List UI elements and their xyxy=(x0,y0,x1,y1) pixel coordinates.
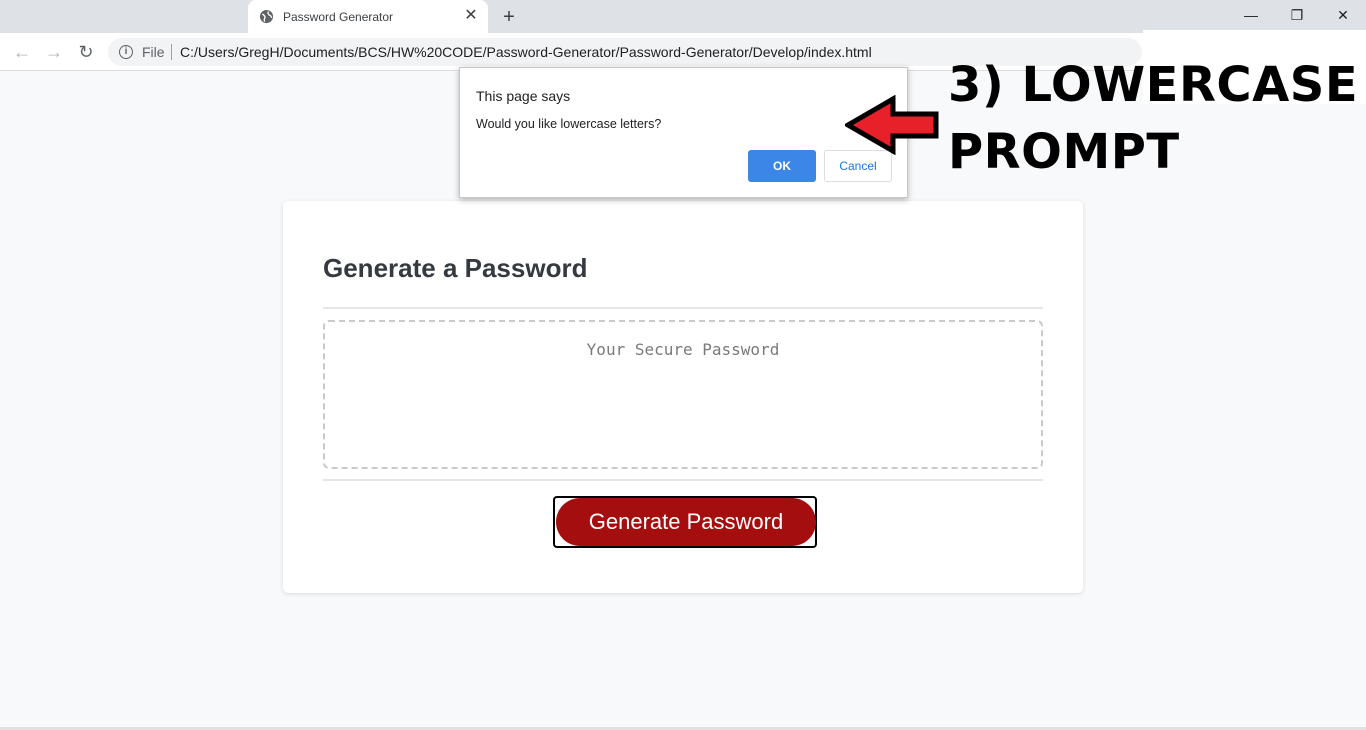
divider xyxy=(323,479,1043,481)
new-tab-icon[interactable]: + xyxy=(499,7,519,27)
page-title: Generate a Password xyxy=(323,253,588,283)
dialog-title: This page says xyxy=(476,88,571,104)
tab-password-generator[interactable]: Password Generator ✕ xyxy=(248,0,488,33)
annotation-text: 3) LOWERCASE PROMPT xyxy=(948,52,1363,186)
restore-icon[interactable]: ❐ xyxy=(1274,0,1320,33)
alert-dialog: This page says Would you like lowercase … xyxy=(459,67,908,198)
tab-close-icon[interactable]: ✕ xyxy=(462,7,480,25)
info-icon[interactable]: i xyxy=(119,45,133,59)
ok-button[interactable]: OK xyxy=(748,150,816,182)
url-text[interactable]: C:/Users/GregH/Documents/BCS/HW%20CODE/P… xyxy=(180,44,872,60)
generate-password-button[interactable]: Generate Password xyxy=(556,498,816,546)
globe-icon xyxy=(259,9,274,24)
annotation-line-2: PROMPT xyxy=(948,124,1180,180)
red-arrow-icon xyxy=(845,95,939,155)
reload-icon[interactable]: ↻ xyxy=(75,41,97,63)
password-textarea[interactable]: Your Secure Password xyxy=(323,320,1043,469)
scheme-label: File xyxy=(142,44,165,60)
annotation-line-1: 3) LOWERCASE xyxy=(948,57,1359,113)
divider xyxy=(323,307,1043,309)
tab-title: Password Generator xyxy=(283,10,394,24)
password-placeholder: Your Secure Password xyxy=(586,340,780,359)
forward-arrow-icon[interactable]: → xyxy=(43,41,65,63)
dialog-message: Would you like lowercase letters? xyxy=(476,117,662,131)
minimize-icon[interactable]: — xyxy=(1228,0,1274,33)
window-close-icon[interactable]: ✕ xyxy=(1320,0,1366,33)
address-separator xyxy=(171,44,172,60)
back-arrow-icon[interactable]: ← xyxy=(11,41,33,63)
password-card: Generate a Password Your Secure Password… xyxy=(283,201,1083,593)
tab-strip: Password Generator ✕ + — ❐ ✕ xyxy=(0,0,1366,33)
